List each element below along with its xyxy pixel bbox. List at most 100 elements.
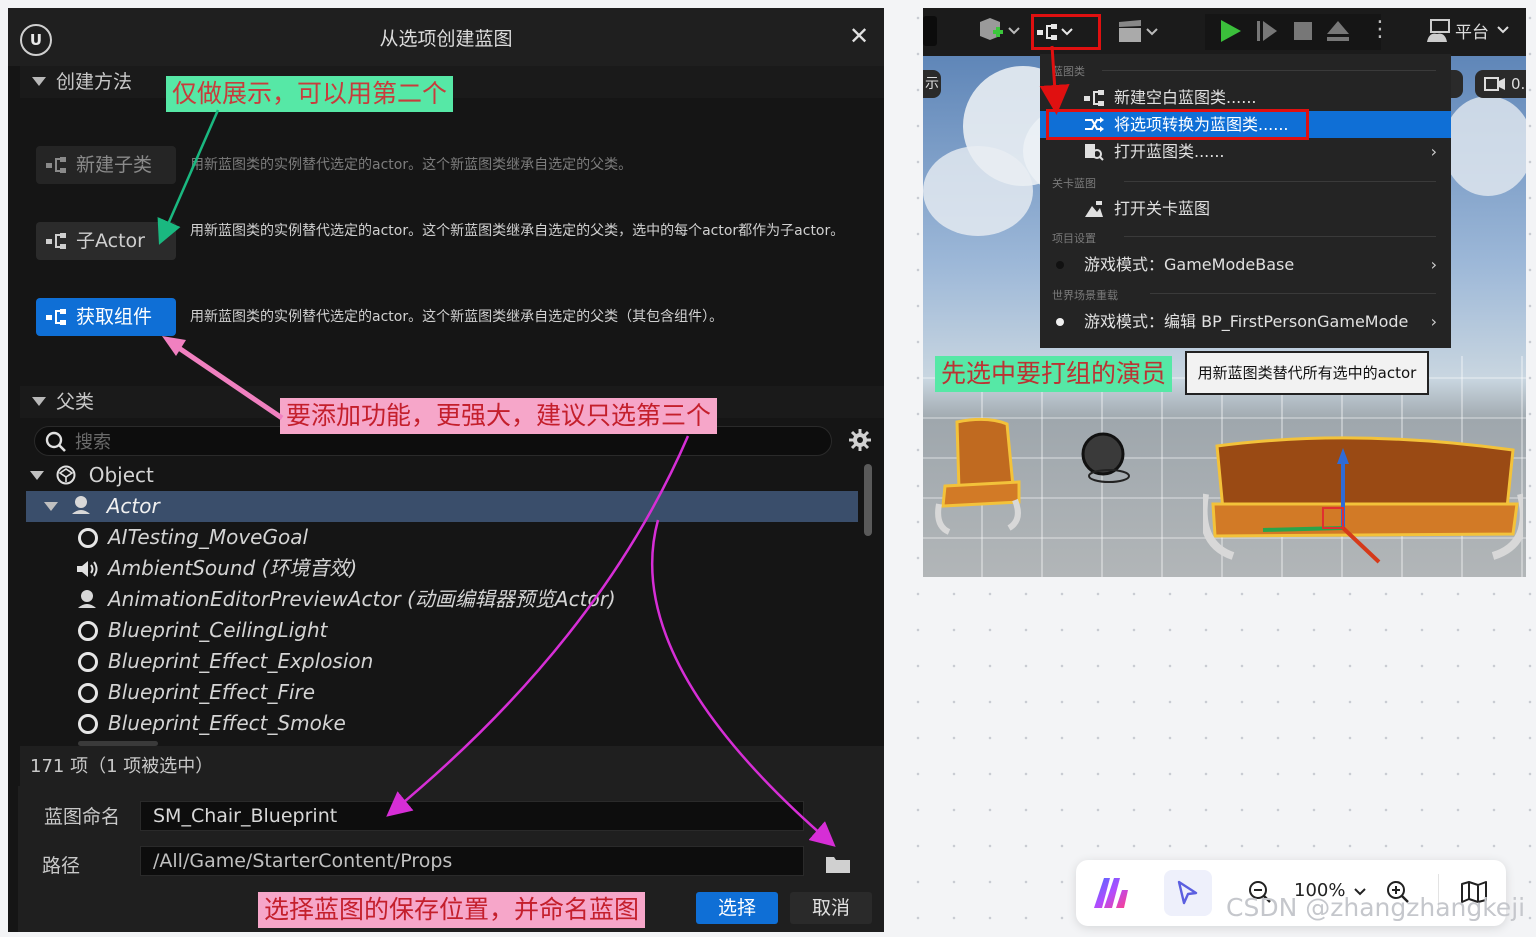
tree-item-blueprint-effect-explosion[interactable]: Blueprint_Effect_Explosion: [26, 646, 858, 677]
platform-label[interactable]: 平台: [1455, 18, 1489, 43]
annotation-note-1: 仅做展示，可以用第二个: [166, 76, 454, 112]
class-ring-icon: [78, 714, 98, 734]
menu-item-label: 打开关卡蓝图: [1114, 199, 1211, 218]
new-subclass-label: 新建子类: [76, 154, 153, 176]
menu-item-open-level-blueprint[interactable]: 打开关卡蓝图: [1040, 195, 1451, 222]
blueprint-class-icon: [46, 233, 68, 249]
convert-item-highlight: [1046, 109, 1309, 140]
sphere-reflection-capture[interactable]: [1079, 430, 1133, 486]
tree-item-blueprint-effect-fire[interactable]: Blueprint_Effect_Fire: [26, 677, 858, 708]
select-button[interactable]: 选择: [696, 892, 778, 924]
menu-item-open-blueprint[interactable]: 打开蓝图类...... ›: [1040, 138, 1451, 165]
harvest-components-button[interactable]: 获取组件: [36, 298, 176, 336]
chair-mesh[interactable]: [927, 416, 1027, 536]
camera-speed-button[interactable]: 0.: [1475, 70, 1526, 98]
child-actor-description: 用新蓝图类的实例替代选定的actor。这个新蓝图类继承自选定的父类，选中的每个a…: [190, 223, 845, 239]
speaker-icon: [77, 561, 98, 577]
stop-icon[interactable]: [1291, 19, 1315, 43]
gear-icon[interactable]: [848, 428, 872, 452]
actor-class-icon: [78, 590, 96, 608]
eject-icon[interactable]: [1325, 18, 1351, 44]
blueprint-name-label: 蓝图命名: [44, 806, 121, 828]
menu-item-gamemode[interactable]: 游戏模式：GameModeBase ›: [1040, 251, 1451, 278]
level-blueprint-icon: [1085, 201, 1103, 217]
chevron-right-icon: ›: [1430, 312, 1437, 331]
close-icon[interactable]: ✕: [842, 20, 876, 54]
tree-item-blueprint-ceilinglight[interactable]: Blueprint_CeilingLight: [26, 615, 858, 646]
tree-item-ambientsound[interactable]: AmbientSound (环境音效): [26, 553, 858, 584]
tree-item-label: Object: [88, 463, 154, 487]
collapse-triangle-icon: [32, 397, 46, 406]
menu-item-label: 打开蓝图类......: [1114, 142, 1225, 161]
menu-category-project: 项目设置: [1052, 232, 1096, 245]
menu-divider: [1150, 293, 1436, 294]
blueprint-dropdown-menu: 蓝图类 新建空白蓝图类...... 将选项转换为蓝图类...... 打开蓝图类.…: [1040, 54, 1451, 348]
blueprint-class-icon: [46, 309, 68, 325]
play-icon[interactable]: [1219, 18, 1243, 44]
blueprint-name-input[interactable]: SM_Chair_Blueprint: [140, 801, 804, 831]
view-mode-button[interactable]: 示: [923, 70, 941, 98]
tree-item-actor[interactable]: Actor: [26, 491, 858, 522]
object-class-icon: [56, 465, 76, 485]
radio-dot-icon: [1056, 318, 1064, 326]
annotation-note-3: 选择蓝图的保存位置，并命名蓝图: [258, 892, 646, 928]
watermark: CSDN @zhangzhangkeji: [1226, 893, 1526, 922]
expand-triangle-icon: [30, 471, 44, 480]
cancel-button[interactable]: 取消: [790, 892, 872, 924]
section-label: 创建方法: [56, 71, 133, 93]
tree-item-label: AmbientSound (环境音效): [108, 556, 358, 580]
tree-item-animation-preview-actor[interactable]: AnimationEditorPreviewActor (动画编辑器预览Acto…: [26, 584, 858, 615]
child-actor-label: 子Actor: [76, 230, 145, 252]
blueprint-class-icon: [1084, 90, 1106, 106]
platform-icon[interactable]: [1425, 18, 1453, 46]
menu-category-world: 世界场景重载: [1052, 289, 1118, 302]
class-ring-icon: [78, 683, 98, 703]
add-actor-icon[interactable]: [977, 16, 1023, 46]
tree-item-aitesting-movegoal[interactable]: AITesting_MoveGoal: [26, 522, 858, 553]
actor-class-icon: [72, 496, 91, 514]
tree-item-label: Blueprint_CeilingLight: [108, 618, 328, 642]
blueprint-class-icon: [1037, 24, 1059, 40]
menu-category-level: 关卡蓝图: [1052, 177, 1096, 190]
blueprint-menu-button[interactable]: [1037, 20, 1097, 44]
new-subclass-button[interactable]: 新建子类: [36, 146, 176, 184]
tree-item-label: Blueprint_Effect_Explosion: [108, 649, 374, 673]
toolbar-left-stub: [923, 16, 937, 46]
collapse-triangle-icon: [32, 77, 46, 86]
tree-scrollbar[interactable]: [864, 464, 872, 536]
path-input[interactable]: /All/Game/StarterContent/Props: [140, 846, 804, 876]
folder-icon[interactable]: [825, 854, 851, 874]
tree-item-label: Blueprint_Effect_Smoke: [108, 711, 346, 735]
cloud: [923, 146, 1033, 236]
child-actor-button[interactable]: 子Actor: [36, 222, 176, 260]
cursor-arrow-icon: [1177, 880, 1198, 905]
class-ring-icon: [78, 652, 98, 672]
tree-item-object[interactable]: Object: [26, 460, 858, 491]
more-options-icon[interactable]: ⋮: [1369, 18, 1391, 42]
chevron-down-icon: [1061, 28, 1073, 36]
menu-item-label: 游戏模式：GameModeBase: [1084, 255, 1295, 274]
dialog-title: 从选项创建蓝图: [379, 28, 513, 50]
menu-item-world-gamemode[interactable]: 游戏模式：编辑 BP_FirstPersonGameMode ›: [1040, 308, 1451, 335]
tree-item-label: AnimationEditorPreviewActor (动画编辑器预览Acto…: [108, 587, 616, 611]
item-count: 171 项（1 项被选中）: [30, 756, 214, 777]
tree-item-blueprint-effect-smoke[interactable]: Blueprint_Effect_Smoke: [26, 708, 858, 739]
annotation-note-4: 先选中要打组的演员: [935, 356, 1173, 392]
menu-item-new-empty-blueprint[interactable]: 新建空白蓝图类......: [1040, 84, 1451, 111]
convert-tooltip: 用新蓝图类替代所有选中的actor: [1185, 351, 1429, 395]
menu-divider: [1102, 70, 1436, 71]
camera-icon: [1484, 77, 1505, 91]
search-icon: [45, 431, 66, 452]
tree-item-label: Actor: [106, 494, 160, 518]
harvest-components-label: 获取组件: [76, 306, 153, 328]
cinematics-icon[interactable]: [1117, 18, 1165, 46]
menu-item-label: 新建空白蓝图类......: [1114, 88, 1257, 107]
create-blueprint-dialog: U 从选项创建蓝图 ✕ 创建方法 新建子类 用新蓝图类的实例替代选定的actor…: [8, 8, 884, 932]
sofa-mesh[interactable]: [1203, 424, 1523, 574]
chevron-down-icon[interactable]: [1495, 24, 1511, 36]
new-subclass-description: 用新蓝图类的实例替代选定的actor。这个新蓝图类继承自选定的父类。: [190, 157, 633, 173]
select-tool-button[interactable]: [1164, 870, 1212, 916]
step-frame-icon[interactable]: [1255, 18, 1279, 44]
app-logo-icon[interactable]: [1092, 876, 1130, 910]
chevron-right-icon: ›: [1430, 255, 1437, 274]
